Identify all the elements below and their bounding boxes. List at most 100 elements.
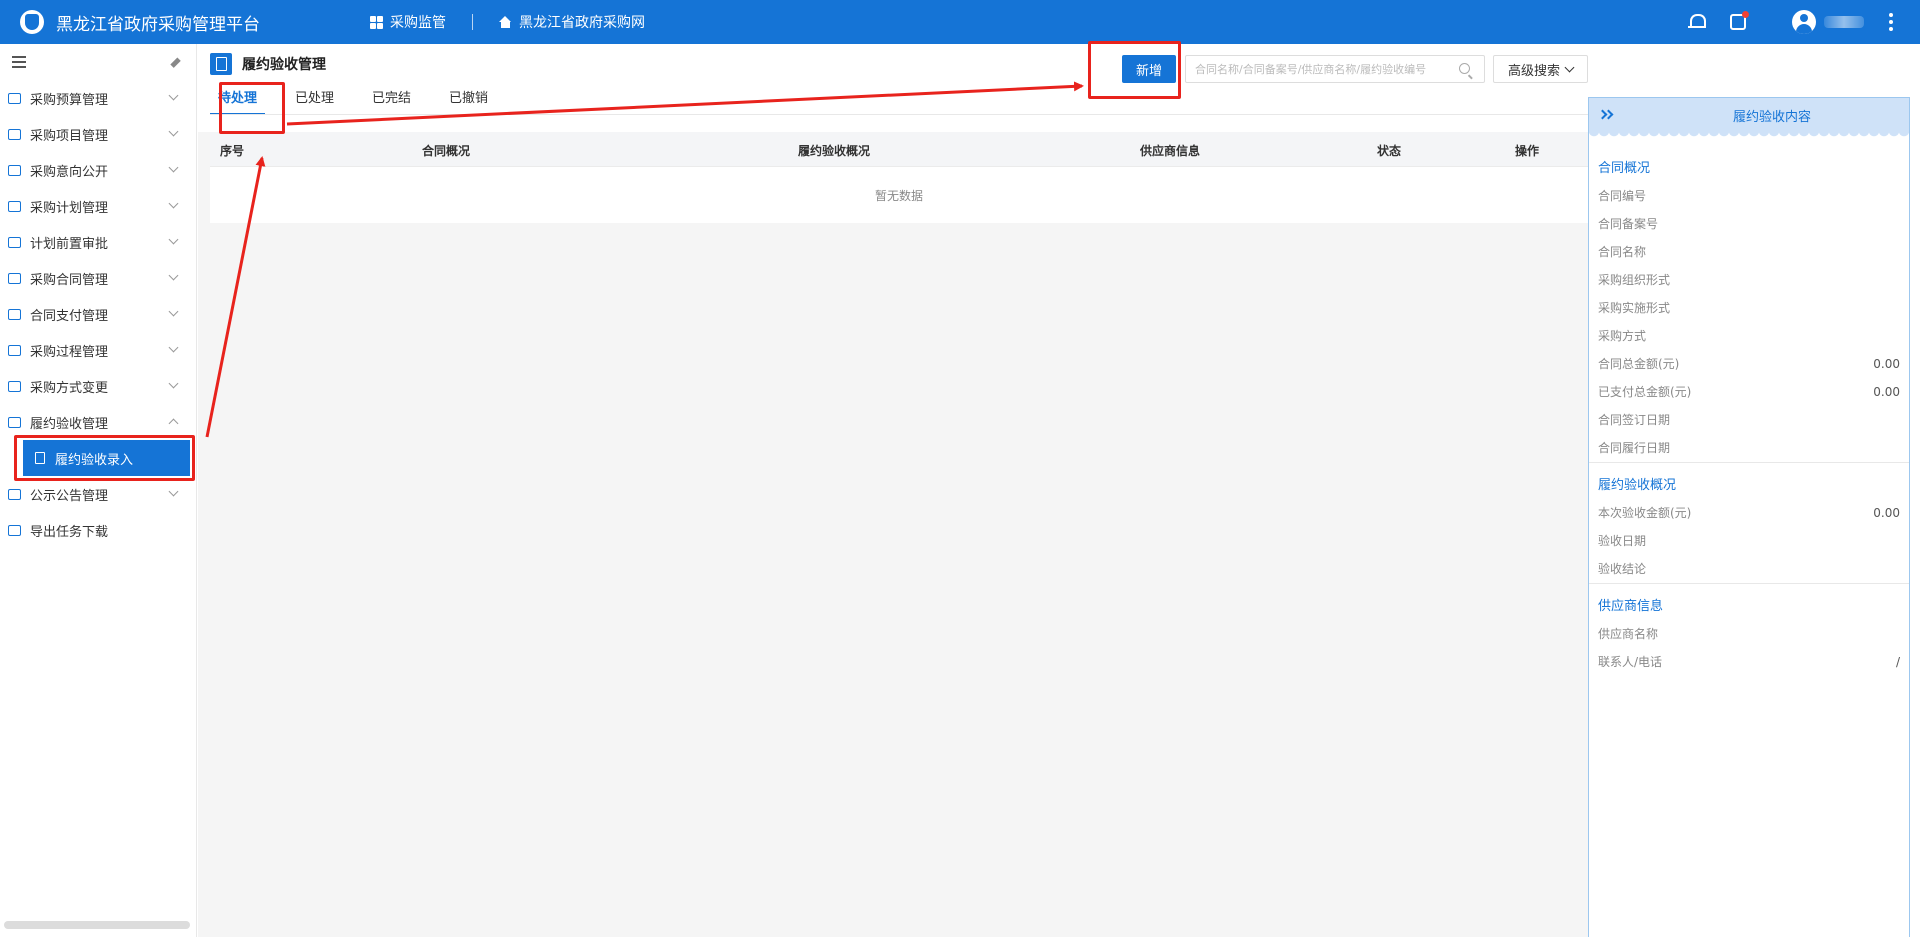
top-nav: 采购监管 黑龙江省政府采购网 [370,12,645,32]
row-label: 合同名称 [1598,245,1647,259]
row-value: 0.00 [1873,385,1900,399]
process-icon [8,344,21,356]
sidebar-item-label: 计划前置审批 [30,236,109,252]
column-header: 供应商信息 [1140,144,1201,158]
detail-row: 联系人/电话 / [1589,648,1909,676]
sidebar-item-label: 导出任务下载 [30,524,109,540]
sidebar-item-export[interactable]: 导出任务下载 [0,512,196,548]
chevron-down-icon [168,90,179,101]
contract-icon [8,272,21,284]
app-title: 黑龙江省政府采购管理平台 [56,14,260,35]
form-entry-icon [35,452,45,464]
task-icon[interactable] [1730,11,1749,30]
sidebar-item-label: 采购项目管理 [30,128,109,144]
sidebar-item-label: 合同支付管理 [30,308,109,324]
sidebar-item-acceptance[interactable]: 履约验收管理 [0,404,196,440]
chevron-down-icon [168,270,179,281]
row-label: 验收日期 [1598,534,1647,548]
main-content: 履约验收管理 待处理 已处理 已完结 已撤销 新增 高级搜索 序号 合同概况 履… [198,44,1588,937]
sidebar-item-contract[interactable]: 采购合同管理 [0,260,196,296]
new-button[interactable]: 新增 [1122,55,1176,83]
detail-row: 合同名称 [1589,238,1909,266]
tab-processed[interactable]: 已处理 [287,85,342,115]
advanced-search-button[interactable]: 高级搜索 [1493,55,1588,83]
announcement-icon [8,488,21,500]
budget-icon [8,92,21,104]
row-label: 供应商名称 [1598,627,1659,641]
method-change-icon [8,380,21,392]
sidebar-toolbar: ▮ [0,44,196,80]
sidebar-item-announcement[interactable]: 公示公告管理 [0,476,196,512]
intent-icon [8,164,21,176]
sidebar-subitem-label: 履约验收录入 [55,452,134,468]
detail-panel-header: 履约验收内容 [1589,98,1909,138]
menu-toggle-icon[interactable] [12,56,26,68]
sidebar-item-budget[interactable]: 采购预算管理 [0,80,196,116]
section-acceptance-overview: 履约验收概况 本次验收金额(元) 0.00 验收日期 验收结论 [1589,462,1909,583]
section-title: 供应商信息 [1598,599,1664,614]
sidebar-item-plan[interactable]: 采购计划管理 [0,188,196,224]
sidebar-item-method-change[interactable]: 采购方式变更 [0,368,196,404]
detail-row: 本次验收金额(元) 0.00 [1589,499,1909,527]
row-label: 合同总金额(元) [1598,357,1680,371]
user-avatar-icon[interactable] [1792,10,1816,34]
tab-revoked[interactable]: 已撤销 [441,85,496,115]
detail-row: 合同编号 [1589,182,1909,210]
row-label: 采购方式 [1598,329,1647,343]
advanced-search-label: 高级搜索 [1507,63,1560,79]
row-value: / [1895,655,1900,669]
section-title: 合同概况 [1598,161,1651,176]
column-header: 序号 [220,144,245,158]
search-input[interactable] [1186,56,1456,82]
more-vertical-icon[interactable] [1889,13,1893,31]
sidebar-item-payment[interactable]: 合同支付管理 [0,296,196,332]
chevron-down-icon [168,306,179,317]
user-name-redacted[interactable] [1824,16,1864,28]
table-empty-state: 暂无数据 [210,167,1588,223]
row-label: 合同备案号 [1598,217,1659,231]
row-label: 合同编号 [1598,189,1647,203]
nav-label: 采购监管 [390,15,446,31]
search-icon[interactable] [1459,63,1470,74]
sidebar: ▮ 采购预算管理 采购项目管理 采购意向公开 采购计划管理 计划前置审批 采购合… [0,44,197,937]
sidebar-subitem-acceptance-entry[interactable]: 履约验收录入 [23,440,190,476]
sidebar-item-intent[interactable]: 采购意向公开 [0,152,196,188]
row-label: 采购组织形式 [1598,273,1671,287]
chevron-down-icon [168,486,179,497]
row-label: 联系人/电话 [1598,655,1663,669]
sidebar-scrollbar[interactable] [4,921,190,929]
nav-procurement-supervision[interactable]: 采购监管 [370,12,446,32]
sidebar-item-project[interactable]: 采购项目管理 [0,116,196,152]
sidebar-item-label: 采购方式变更 [30,380,109,396]
chevron-down-icon [168,234,179,245]
detail-row: 采购方式 [1589,322,1909,350]
home-icon [499,16,512,28]
top-header: 黑龙江省政府采购管理平台 采购监管 黑龙江省政府采购网 [0,0,1920,44]
detail-row: 供应商名称 [1589,620,1909,648]
data-table: 序号 合同概况 履约验收概况 供应商信息 状态 操作 暂无数据 [210,132,1588,223]
section-title: 履约验收概况 [1598,478,1677,493]
detail-row: 合同备案号 [1589,210,1909,238]
chevron-down-icon [168,162,179,173]
tab-completed[interactable]: 已完结 [364,85,419,115]
row-label: 合同履行日期 [1598,441,1671,455]
platform-logo-icon [20,10,44,34]
approval-icon [8,236,21,248]
tab-pending[interactable]: 待处理 [210,85,266,115]
chevron-up-icon [168,418,179,429]
nav-procurement-website[interactable]: 黑龙江省政府采购网 [499,12,645,32]
page-header: 履约验收管理 [210,53,326,75]
pin-icon[interactable]: ▮ [168,54,184,70]
sidebar-item-label: 履约验收管理 [30,416,109,432]
collapse-panel-icon[interactable] [1597,109,1614,121]
status-tabs: 待处理 已处理 已完结 已撤销 [210,85,518,115]
bell-icon[interactable] [1688,13,1706,31]
sidebar-item-pre-approval[interactable]: 计划前置审批 [0,224,196,260]
row-label: 采购实施形式 [1598,301,1671,315]
grid-icon [370,15,383,29]
sidebar-item-process[interactable]: 采购过程管理 [0,332,196,368]
chevron-down-icon [168,198,179,209]
table-header: 序号 合同概况 履约验收概况 供应商信息 状态 操作 [210,132,1588,167]
section-contract-overview: 合同概况 合同编号 合同备案号 合同名称 采购组织形式 采购实施形式 采购方式 … [1589,146,1909,462]
document-edit-icon [210,53,232,75]
